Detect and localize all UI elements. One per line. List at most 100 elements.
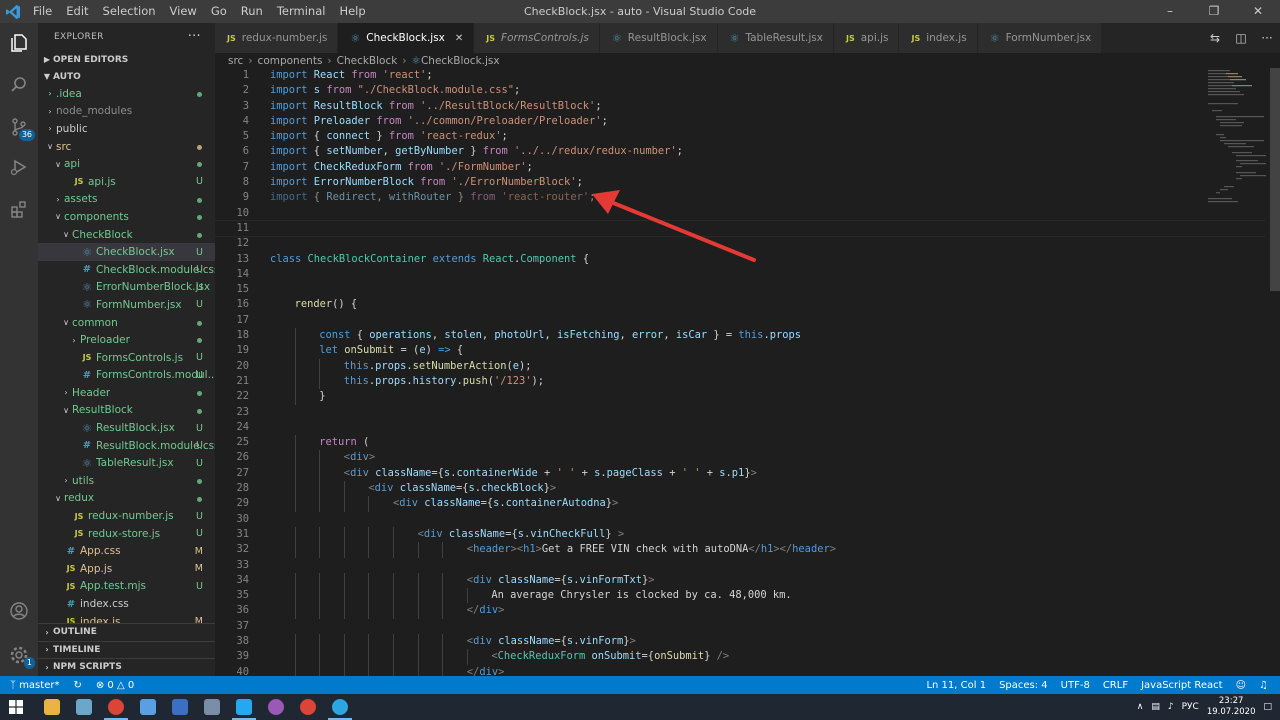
- file-item[interactable]: ⚛ TableResult.jsx U: [38, 454, 215, 472]
- file-item[interactable]: # ResultBlock.module.css U: [38, 437, 215, 455]
- breadcrumb-item[interactable]: src: [228, 55, 243, 67]
- feedback-icon[interactable]: ☺: [1236, 680, 1246, 691]
- tray-chevron-icon[interactable]: ∧: [1137, 702, 1144, 712]
- section-timeline[interactable]: › TIMELINE: [38, 642, 215, 660]
- folder-item[interactable]: ∨ api: [38, 155, 215, 173]
- open-editors-section[interactable]: ▶ OPEN EDITORS: [38, 51, 215, 68]
- folder-item[interactable]: › node_modules: [38, 103, 215, 121]
- tab-redux-number-js[interactable]: JS redux-number.js: [215, 23, 339, 53]
- breadcrumb-item[interactable]: CheckBlock: [337, 55, 398, 67]
- file-item[interactable]: JS redux-number.js U: [38, 507, 215, 525]
- close-tab-icon[interactable]: ✕: [455, 33, 463, 44]
- folder-item[interactable]: › public: [38, 120, 215, 138]
- keyboard-language[interactable]: РУС: [1182, 702, 1199, 712]
- vscode-icon[interactable]: [228, 694, 260, 720]
- tab-formscontrols-js[interactable]: JS FormsControls.js: [474, 23, 600, 53]
- file-item[interactable]: # FormsControls.modul... U: [38, 367, 215, 385]
- tab-resultblock-jsx[interactable]: ⚛ ResultBlock.jsx: [599, 23, 718, 53]
- search-icon[interactable]: [7, 73, 31, 97]
- tab-index-js[interactable]: JS index.js: [899, 23, 978, 53]
- network-icon[interactable]: ▤: [1151, 702, 1160, 712]
- file-item[interactable]: ⚛ CheckBlock.jsx U: [38, 243, 215, 261]
- run-debug-icon[interactable]: [7, 155, 31, 179]
- folder-item[interactable]: › assets: [38, 191, 215, 209]
- calculator-icon[interactable]: [196, 694, 228, 720]
- close-icon[interactable]: ✕: [1236, 0, 1280, 23]
- menu-terminal[interactable]: Terminal: [270, 0, 333, 23]
- file-item[interactable]: ⚛ ErrorNumberBlock.jsx U: [38, 279, 215, 297]
- vertical-scrollbar[interactable]: [1270, 68, 1280, 291]
- menu-selection[interactable]: Selection: [96, 0, 163, 23]
- menu-view[interactable]: View: [163, 0, 204, 23]
- file-item[interactable]: JS App.test.mjs U: [38, 578, 215, 596]
- source-control-icon[interactable]: 36: [7, 115, 35, 141]
- minimap[interactable]: [1206, 68, 1272, 208]
- file-item[interactable]: ⚛ ResultBlock.jsx U: [38, 419, 215, 437]
- volume-icon[interactable]: ♪: [1168, 702, 1174, 712]
- folder-item[interactable]: ∨ src: [38, 138, 215, 156]
- file-item[interactable]: # index.css: [38, 595, 215, 613]
- tab-tableresult-jsx[interactable]: ⚛ TableResult.jsx: [717, 23, 834, 53]
- menu-edit[interactable]: Edit: [59, 0, 95, 23]
- folder-item[interactable]: ∨ components: [38, 208, 215, 226]
- accounts-icon[interactable]: [7, 599, 31, 623]
- app-2-icon[interactable]: [68, 694, 100, 720]
- file-item[interactable]: JS redux-store.js U: [38, 525, 215, 543]
- folder-item[interactable]: › utils: [38, 472, 215, 490]
- menu-go[interactable]: Go: [204, 0, 234, 23]
- sync-icon[interactable]: ↻: [73, 680, 81, 691]
- folder-item[interactable]: ∨ redux: [38, 490, 215, 508]
- more-actions-icon[interactable]: ···: [188, 29, 201, 44]
- cursor-position[interactable]: Ln 11, Col 1: [926, 680, 986, 691]
- file-item[interactable]: JS api.js U: [38, 173, 215, 191]
- branch-indicator[interactable]: ᛉ master*: [10, 680, 59, 691]
- action-center-icon[interactable]: □: [1263, 702, 1272, 712]
- tab-formnumber-jsx[interactable]: ⚛ FormNumber.jsx: [977, 23, 1103, 53]
- app-8-icon[interactable]: [260, 694, 292, 720]
- restore-icon[interactable]: ❐: [1192, 0, 1236, 23]
- file-item[interactable]: # App.css M: [38, 542, 215, 560]
- tab-api-js[interactable]: JS api.js: [833, 23, 900, 53]
- section-outline[interactable]: › OUTLINE: [38, 624, 215, 642]
- minimize-icon[interactable]: –: [1148, 0, 1192, 23]
- file-item[interactable]: JS FormsControls.js U: [38, 349, 215, 367]
- file-item[interactable]: # CheckBlock.module.css U: [38, 261, 215, 279]
- chrome-2-icon[interactable]: [292, 694, 324, 720]
- explorer-files-icon[interactable]: [7, 31, 31, 55]
- encoding[interactable]: UTF-8: [1061, 680, 1090, 691]
- section-npm-scripts[interactable]: › NPM SCRIPTS: [38, 659, 215, 676]
- telegram-icon[interactable]: [324, 694, 356, 720]
- open-changes-icon[interactable]: ⇆: [1202, 31, 1228, 45]
- tab-checkblock-jsx[interactable]: ⚛ CheckBlock.jsx ✕: [338, 23, 475, 53]
- folder-item[interactable]: › Preloader: [38, 331, 215, 349]
- file-item[interactable]: JS App.js M: [38, 560, 215, 578]
- extensions-icon[interactable]: [7, 197, 31, 221]
- breadcrumb-item[interactable]: components: [258, 55, 323, 67]
- folder-item[interactable]: ∨ CheckBlock: [38, 226, 215, 244]
- indentation[interactable]: Spaces: 4: [999, 680, 1048, 691]
- save-icon[interactable]: [164, 694, 196, 720]
- settings-gear-icon[interactable]: 1: [7, 643, 35, 669]
- code-editor[interactable]: 1 import React from 'react'; 2 import s fro…: [215, 68, 1265, 676]
- workspace-root[interactable]: ▼ AUTO: [38, 68, 215, 85]
- file-explorer-icon[interactable]: [36, 694, 68, 720]
- problems-indicator[interactable]: ⊗ 0 △ 0: [96, 680, 134, 691]
- split-editor-icon[interactable]: ◫: [1228, 31, 1254, 45]
- breadcrumb-item[interactable]: CheckBlock.jsx: [421, 55, 500, 67]
- folder-item[interactable]: ∨ common: [38, 314, 215, 332]
- file-item[interactable]: ⚛ FormNumber.jsx U: [38, 296, 215, 314]
- line-ending[interactable]: CRLF: [1103, 680, 1128, 691]
- clock[interactable]: 23:27 19.07.2020: [1207, 696, 1256, 718]
- more-actions-icon[interactable]: ···: [1254, 31, 1280, 45]
- language-mode[interactable]: JavaScript React: [1141, 680, 1223, 691]
- menu-run[interactable]: Run: [234, 0, 270, 23]
- menu-help[interactable]: Help: [332, 0, 372, 23]
- menu-file[interactable]: File: [26, 0, 59, 23]
- chrome-icon[interactable]: [100, 694, 132, 720]
- windows-start-icon[interactable]: [0, 694, 32, 720]
- notifications-bell-icon[interactable]: ♫: [1259, 680, 1268, 691]
- folder-item[interactable]: ∨ ResultBlock: [38, 402, 215, 420]
- folder-item[interactable]: › Header: [38, 384, 215, 402]
- folder-item[interactable]: › .idea: [38, 85, 215, 103]
- app-4-icon[interactable]: [132, 694, 164, 720]
